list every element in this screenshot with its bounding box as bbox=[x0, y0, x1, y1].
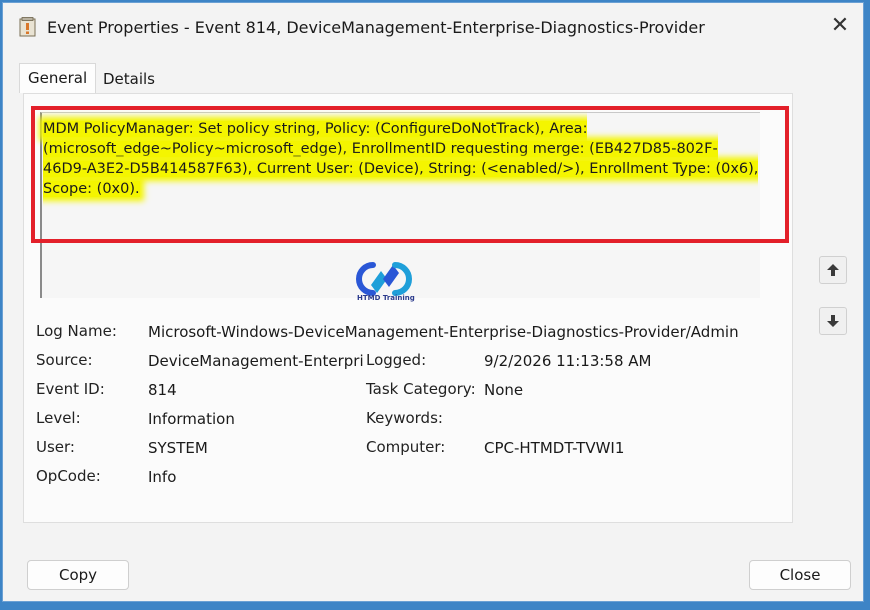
task-category-label: Task Category: bbox=[366, 380, 476, 398]
user-label: User: bbox=[36, 438, 75, 456]
log-name-value: Microsoft-Windows-DeviceManagement-Enter… bbox=[148, 323, 739, 341]
window-title: Event Properties - Event 814, DeviceMana… bbox=[47, 18, 705, 37]
computer-value: CPC-HTMDT-TVWI1 bbox=[484, 439, 625, 457]
highlight-frame bbox=[31, 106, 789, 243]
keywords-label: Keywords: bbox=[366, 409, 443, 427]
computer-label: Computer: bbox=[366, 438, 446, 456]
tab-details[interactable]: Details bbox=[95, 65, 163, 93]
event-properties-window: Event Properties - Event 814, DeviceMana… bbox=[2, 2, 864, 602]
close-button[interactable]: Close bbox=[749, 560, 851, 590]
title-bar: Event Properties - Event 814, DeviceMana… bbox=[3, 3, 863, 51]
opcode-value: Info bbox=[148, 468, 177, 486]
next-event-button[interactable] bbox=[819, 307, 847, 335]
event-id-value: 814 bbox=[148, 381, 177, 399]
logged-value: 9/2/2026 11:13:58 AM bbox=[484, 352, 652, 370]
logo-caption: HTMD Training bbox=[357, 294, 415, 302]
previous-event-button[interactable] bbox=[819, 256, 847, 284]
level-label: Level: bbox=[36, 409, 81, 427]
copy-button[interactable]: Copy bbox=[27, 560, 129, 590]
source-label: Source: bbox=[36, 351, 93, 369]
event-viewer-icon bbox=[19, 17, 36, 37]
source-value: DeviceManagement-Enterpri bbox=[148, 352, 364, 370]
opcode-label: OpCode: bbox=[36, 467, 101, 485]
task-category-value: None bbox=[484, 381, 524, 399]
log-name-label: Log Name: bbox=[36, 322, 117, 340]
user-value: SYSTEM bbox=[148, 439, 208, 457]
arrow-up-icon bbox=[827, 264, 839, 276]
arrow-down-icon bbox=[827, 315, 839, 327]
tab-general[interactable]: General bbox=[19, 63, 97, 93]
logged-label: Logged: bbox=[366, 351, 427, 369]
close-window-button[interactable]: ✕ bbox=[823, 11, 857, 41]
event-id-label: Event ID: bbox=[36, 380, 105, 398]
level-value: Information bbox=[148, 410, 235, 428]
